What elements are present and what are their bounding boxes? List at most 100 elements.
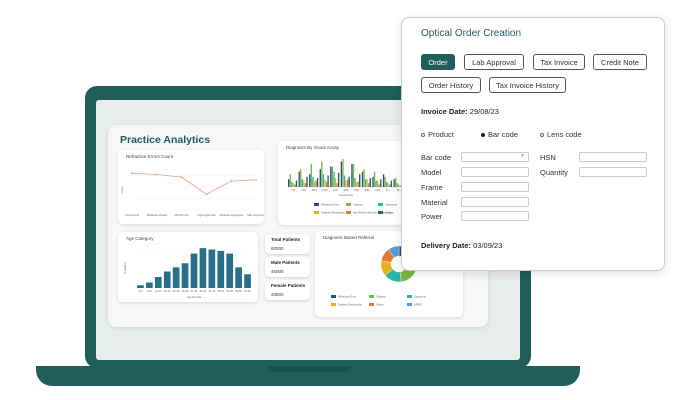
bar	[310, 163, 312, 187]
data-point	[155, 173, 158, 176]
bar	[359, 174, 361, 187]
bar	[345, 180, 347, 187]
radio-circle-selected[interactable]	[481, 132, 485, 137]
x-tick-label: 16-20	[164, 289, 171, 293]
stat-value: 20800	[271, 292, 284, 297]
radio-label: Product	[428, 130, 454, 139]
legend-label: Diabetic Retinopathy	[321, 211, 346, 215]
bar	[146, 282, 153, 288]
bar	[336, 183, 338, 187]
x-tick-label: 6/18	[322, 188, 328, 192]
bar	[298, 171, 300, 187]
radio-bar-code[interactable]: Bar code	[481, 130, 518, 139]
stat-label: Male Patients	[271, 260, 300, 265]
radio-label: Lens code	[547, 130, 582, 139]
bar	[235, 267, 242, 288]
delivery-date-value: 03/09/23	[473, 241, 503, 250]
bar	[304, 183, 307, 187]
refractive-errors-card: Refractive Errors Count Count Low Myopia M…	[118, 150, 264, 224]
x-tick-label: Moderate Myopia	[147, 213, 168, 217]
tab-tax-invoice[interactable]: Tax Invoice	[533, 54, 585, 70]
tab-order-history[interactable]: Order History	[421, 77, 481, 93]
legend-label: Others	[385, 211, 393, 215]
bar	[361, 171, 364, 187]
x-tick-label: 26-30	[182, 289, 189, 293]
bar	[315, 180, 317, 187]
bar	[352, 163, 355, 187]
bar	[354, 178, 356, 187]
bar	[199, 248, 207, 288]
bar	[369, 178, 371, 187]
bar	[312, 176, 314, 187]
legend-label: ARMD	[414, 303, 422, 307]
x-tick-label: 6/6	[291, 188, 295, 192]
x-tick-label: PL+	[386, 188, 391, 192]
data-point	[255, 178, 257, 181]
bar	[316, 178, 319, 187]
chevron-down-icon[interactable]: ▼	[520, 153, 525, 159]
x-tick-label: 6/60	[354, 188, 360, 192]
bar	[331, 166, 334, 187]
age-category-chart: 0-5 6-10 11-15 16-20 21-25 26-30 31-35 36-40 41-…	[123, 243, 252, 299]
bar	[363, 169, 365, 187]
bar	[163, 271, 171, 288]
radio-circle[interactable]	[540, 132, 544, 137]
bar	[309, 174, 311, 187]
bar	[288, 179, 290, 187]
bar	[327, 175, 329, 187]
x-tick-label: 11-15	[155, 289, 162, 293]
bar	[333, 171, 335, 187]
legend-label: Glaucoma	[385, 203, 397, 207]
radio-circle[interactable]	[421, 132, 425, 137]
x-tick-label: 6/9	[302, 188, 306, 192]
bar	[342, 158, 344, 187]
stat-male-patients: Male Patients 46000	[265, 257, 310, 277]
bar	[384, 176, 386, 187]
tab-order[interactable]: Order	[421, 54, 455, 70]
x-tick-label: 3/60	[365, 188, 371, 192]
x-tick-label: 41-45	[209, 289, 216, 293]
x-axis-label: Visual Acuity	[339, 193, 354, 197]
radio-product[interactable]: Product	[421, 130, 454, 139]
bar	[366, 179, 368, 187]
x-tick-label: Mild Myopia	[175, 213, 189, 217]
form-title: Optical Order Creation	[421, 28, 522, 39]
stat-value: 46000	[271, 269, 284, 274]
bar-code-input[interactable]	[461, 152, 529, 162]
stat-label: Total Patients	[271, 237, 301, 242]
x-tick-label: High Hyperopia	[197, 213, 215, 217]
bar	[313, 181, 316, 187]
bar	[387, 183, 389, 187]
tab-tax-invoice-history[interactable]: Tax Invoice History	[489, 77, 566, 93]
legend-label: Diabetic Retinopathy	[338, 303, 363, 307]
model-input[interactable]	[461, 167, 529, 177]
bar	[172, 267, 180, 288]
legend-swatch	[346, 211, 351, 214]
label-frame: Frame	[421, 183, 443, 192]
bar	[217, 250, 225, 288]
x-tick-label: 31-35	[191, 289, 198, 293]
bar	[357, 181, 359, 187]
bar	[395, 178, 397, 187]
power-input[interactable]	[461, 211, 529, 221]
data-point	[180, 176, 183, 179]
tab-credit-note[interactable]: Credit Note	[593, 54, 647, 70]
bar	[295, 180, 298, 187]
hsn-input[interactable]	[579, 152, 647, 162]
bar	[154, 277, 162, 288]
bar	[244, 274, 251, 288]
refractive-errors-chart: Count Low Myopia Moderate Myopia Mild Myopi…	[120, 163, 264, 217]
stat-value: 60000	[271, 246, 284, 251]
frame-input[interactable]	[461, 182, 529, 192]
material-input[interactable]	[461, 197, 529, 207]
label-quantity: Quantity	[540, 168, 568, 177]
bar	[319, 169, 321, 187]
label-bar-code: Bar code	[421, 153, 452, 162]
x-tick-label: 1/60	[375, 188, 381, 192]
dashboard-title: Practice Analytics	[120, 134, 211, 146]
tab-lab-approval[interactable]: Lab Approval	[464, 54, 524, 70]
radio-lens-code[interactable]: Lens code	[540, 130, 582, 139]
x-tick-label: 61-65	[244, 289, 251, 293]
x-tick-label: 56-60	[235, 289, 242, 293]
quantity-input[interactable]	[579, 167, 647, 177]
